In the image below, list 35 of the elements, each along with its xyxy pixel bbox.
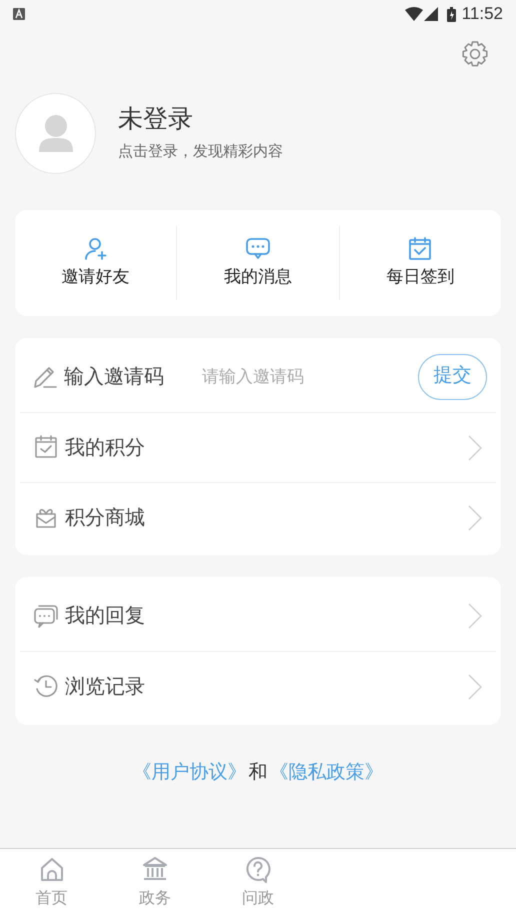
chevron-right-icon [468, 674, 482, 700]
menu-label: 浏览记录 [65, 674, 146, 700]
clock-history-icon [33, 673, 59, 700]
pencil-icon [33, 364, 58, 389]
menu-row[interactable]: 我的积分 [20, 412, 496, 482]
login-status[interactable]: 未登录 [118, 102, 283, 135]
notification-icon [13, 8, 25, 20]
person-add-icon [82, 236, 109, 262]
menu-row[interactable]: 我的回复 [20, 581, 496, 651]
chevron-right-icon [468, 504, 482, 530]
status-time: 11:52 [462, 3, 503, 26]
menu-row[interactable]: 浏览记录 [20, 651, 496, 721]
person-icon [38, 114, 72, 152]
battery-icon [446, 6, 456, 22]
chat-bubbles-icon [33, 602, 59, 630]
menu-label: 我的积分 [65, 436, 146, 460]
chevron-right-icon [468, 603, 482, 629]
invite-code-label: 输入邀请码 [64, 364, 164, 390]
chevron-right-icon [468, 434, 482, 460]
settings-icon[interactable] [461, 40, 489, 68]
menu-label: 我的回复 [65, 604, 146, 629]
bank-building-icon [140, 855, 169, 883]
calendar-check-icon [407, 236, 434, 262]
menu-label: 积分商城 [65, 506, 146, 530]
quick-action[interactable]: 每日签到 [340, 236, 501, 290]
quick-action[interactable]: 邀请好友 [15, 236, 176, 290]
wifi-icon [404, 7, 423, 21]
question-bubble-icon [244, 855, 272, 883]
invite-code-field[interactable]: 请输入邀请码 [202, 364, 418, 390]
conjunction-text: 和 [248, 761, 268, 785]
menu-row[interactable]: 积分商城 [20, 482, 496, 552]
login-hint: 点击登录，发现精彩内容 [118, 142, 283, 162]
quick-action[interactable]: 我的消息 [177, 236, 339, 290]
calendar-check-icon [33, 434, 59, 461]
signal-icon [424, 7, 438, 21]
